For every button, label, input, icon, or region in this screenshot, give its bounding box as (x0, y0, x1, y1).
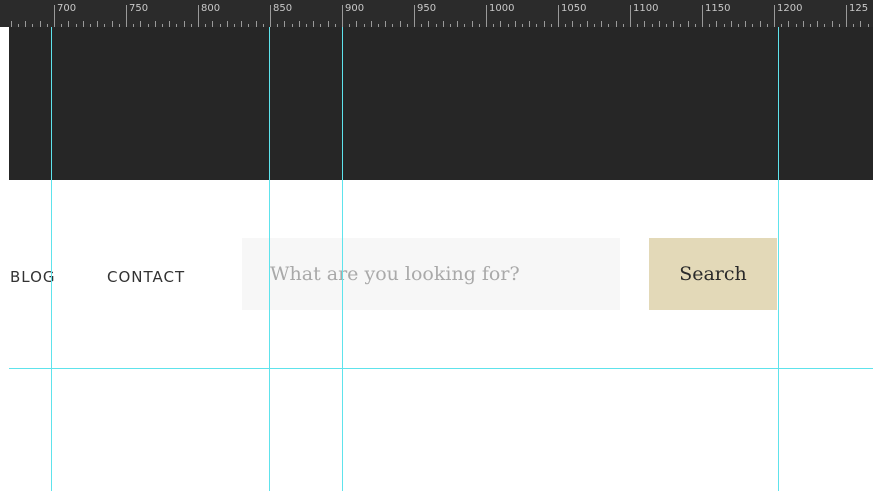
ruler-label-950: 950 (417, 3, 437, 14)
left-gutter (0, 27, 9, 491)
guide-line-vertical[interactable] (51, 27, 52, 491)
ruler-label-900: 900 (345, 3, 365, 14)
guide-line-vertical[interactable] (778, 27, 779, 491)
ruler-label-750: 750 (129, 3, 149, 14)
guide-line-vertical[interactable] (342, 27, 343, 491)
ruler-label-1200: 1200 (777, 3, 803, 14)
ruler-label-125: 125 (849, 3, 869, 14)
ruler-label-1000: 1000 (489, 3, 515, 14)
ruler-label-850: 850 (273, 3, 293, 14)
nav-link-blog[interactable]: BLOG (10, 267, 56, 287)
ruler-label-1100: 1100 (633, 3, 659, 14)
guide-line-vertical[interactable] (269, 27, 270, 491)
nav-link-contact[interactable]: CONTACT (107, 267, 185, 287)
search-input[interactable] (242, 238, 620, 310)
guide-line-horizontal[interactable] (9, 368, 873, 369)
ruler-label-700: 700 (57, 3, 77, 14)
ruler-label-800: 800 (201, 3, 221, 14)
search-button[interactable]: Search (649, 238, 777, 310)
dark-banner (9, 27, 873, 180)
ruler-label-1150: 1150 (705, 3, 731, 14)
horizontal-ruler: 700 750 800 850 900 950 1000 1050 1100 1… (0, 0, 873, 27)
ruler-label-1050: 1050 (561, 3, 587, 14)
